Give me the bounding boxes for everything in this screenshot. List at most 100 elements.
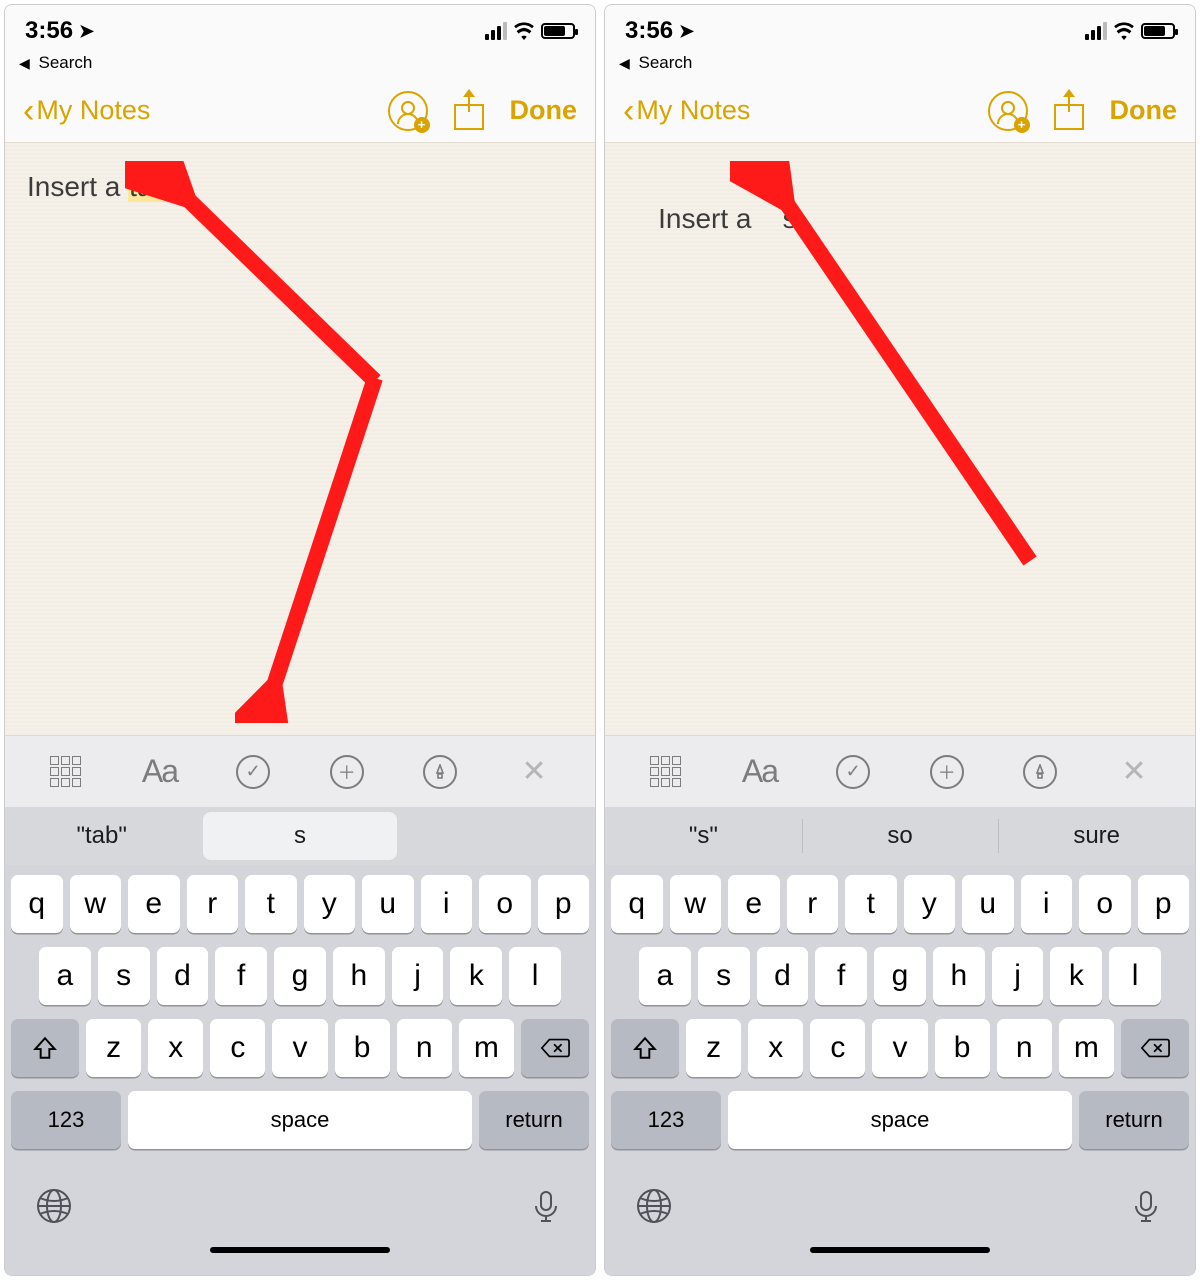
key-u[interactable]: u [362, 875, 414, 933]
format-icon[interactable]: Aa [138, 751, 180, 793]
markup-icon[interactable] [1019, 751, 1061, 793]
key-a[interactable]: a [39, 947, 91, 1005]
key-a[interactable]: a [639, 947, 691, 1005]
back-button[interactable]: ‹ My Notes [23, 94, 150, 128]
key-z[interactable]: z [686, 1019, 741, 1077]
key-space[interactable]: space [728, 1091, 1072, 1149]
key-o[interactable]: o [479, 875, 531, 933]
mic-icon[interactable] [1127, 1187, 1165, 1225]
key-shift[interactable] [11, 1019, 79, 1077]
key-n[interactable]: n [997, 1019, 1052, 1077]
add-attachment-icon[interactable]: ＋ [326, 751, 368, 793]
key-u[interactable]: u [962, 875, 1014, 933]
checklist-icon[interactable]: ✓ [232, 751, 274, 793]
close-keyboard-icon[interactable]: ✕ [1113, 751, 1155, 793]
key-c[interactable]: c [810, 1019, 865, 1077]
breadcrumb[interactable]: ◀ Search [5, 53, 595, 79]
key-s[interactable]: s [98, 947, 150, 1005]
key-f[interactable]: f [215, 947, 267, 1005]
add-people-icon[interactable]: + [988, 91, 1028, 131]
close-keyboard-icon[interactable]: ✕ [513, 751, 555, 793]
key-d[interactable]: d [757, 947, 809, 1005]
key-l[interactable]: l [1109, 947, 1161, 1005]
key-h[interactable]: h [933, 947, 985, 1005]
key-m[interactable]: m [1059, 1019, 1114, 1077]
note-editor[interactable]: Insert a tab [5, 143, 595, 735]
home-indicator[interactable] [5, 1241, 595, 1275]
key-123[interactable]: 123 [11, 1091, 121, 1149]
key-k[interactable]: k [450, 947, 502, 1005]
key-h[interactable]: h [333, 947, 385, 1005]
key-shift[interactable] [611, 1019, 679, 1077]
key-i[interactable]: i [421, 875, 473, 933]
key-m[interactable]: m [459, 1019, 514, 1077]
key-y[interactable]: y [304, 875, 356, 933]
key-y[interactable]: y [904, 875, 956, 933]
checklist-icon[interactable]: ✓ [832, 751, 874, 793]
key-s[interactable]: s [698, 947, 750, 1005]
table-icon[interactable] [645, 751, 687, 793]
key-i[interactable]: i [1021, 875, 1073, 933]
key-e[interactable]: e [128, 875, 180, 933]
key-p[interactable]: p [1138, 875, 1190, 933]
suggestion-2[interactable] [402, 807, 595, 865]
key-b[interactable]: b [935, 1019, 990, 1077]
key-x[interactable]: x [748, 1019, 803, 1077]
key-q[interactable]: q [11, 875, 63, 933]
key-space[interactable]: space [128, 1091, 472, 1149]
key-backspace[interactable] [521, 1019, 589, 1077]
key-j[interactable]: j [392, 947, 444, 1005]
key-c[interactable]: c [210, 1019, 265, 1077]
add-attachment-icon[interactable]: ＋ [926, 751, 968, 793]
add-people-icon[interactable]: + [388, 91, 428, 131]
key-r[interactable]: r [787, 875, 839, 933]
table-icon[interactable] [45, 751, 87, 793]
key-t[interactable]: t [845, 875, 897, 933]
key-123[interactable]: 123 [611, 1091, 721, 1149]
home-indicator[interactable] [605, 1241, 1195, 1275]
done-button[interactable]: Done [1110, 95, 1178, 126]
key-return[interactable]: return [1079, 1091, 1189, 1149]
mic-icon[interactable] [527, 1187, 565, 1225]
key-q[interactable]: q [611, 875, 663, 933]
format-icon[interactable]: Aa [738, 751, 780, 793]
key-r[interactable]: r [187, 875, 239, 933]
suggestion-1[interactable]: so [802, 807, 999, 865]
chevron-left-icon: ‹ [623, 94, 634, 128]
key-w[interactable]: w [670, 875, 722, 933]
battery-icon [541, 23, 575, 39]
key-p[interactable]: p [538, 875, 590, 933]
globe-icon[interactable] [35, 1187, 73, 1225]
suggestion-0[interactable]: "s" [605, 807, 802, 865]
back-button[interactable]: ‹ My Notes [623, 94, 750, 128]
breadcrumb[interactable]: ◀ Search [605, 53, 1195, 79]
share-icon[interactable] [1054, 92, 1084, 130]
key-x[interactable]: x [148, 1019, 203, 1077]
key-v[interactable]: v [872, 1019, 927, 1077]
suggestion-2[interactable]: sure [998, 807, 1195, 865]
key-o[interactable]: o [1079, 875, 1131, 933]
markup-icon[interactable] [419, 751, 461, 793]
key-g[interactable]: g [274, 947, 326, 1005]
key-k[interactable]: k [1050, 947, 1102, 1005]
key-return[interactable]: return [479, 1091, 589, 1149]
key-j[interactable]: j [992, 947, 1044, 1005]
key-d[interactable]: d [157, 947, 209, 1005]
share-icon[interactable] [454, 92, 484, 130]
globe-icon[interactable] [635, 1187, 673, 1225]
done-button[interactable]: Done [510, 95, 578, 126]
key-z[interactable]: z [86, 1019, 141, 1077]
key-t[interactable]: t [245, 875, 297, 933]
key-f[interactable]: f [815, 947, 867, 1005]
key-v[interactable]: v [272, 1019, 327, 1077]
key-backspace[interactable] [1121, 1019, 1189, 1077]
key-b[interactable]: b [335, 1019, 390, 1077]
suggestion-0[interactable]: "tab" [5, 807, 198, 865]
key-l[interactable]: l [509, 947, 561, 1005]
key-n[interactable]: n [397, 1019, 452, 1077]
key-e[interactable]: e [728, 875, 780, 933]
key-w[interactable]: w [70, 875, 122, 933]
suggestion-1[interactable]: s [203, 812, 396, 860]
key-g[interactable]: g [874, 947, 926, 1005]
note-editor[interactable]: Insert a s [605, 143, 1195, 735]
